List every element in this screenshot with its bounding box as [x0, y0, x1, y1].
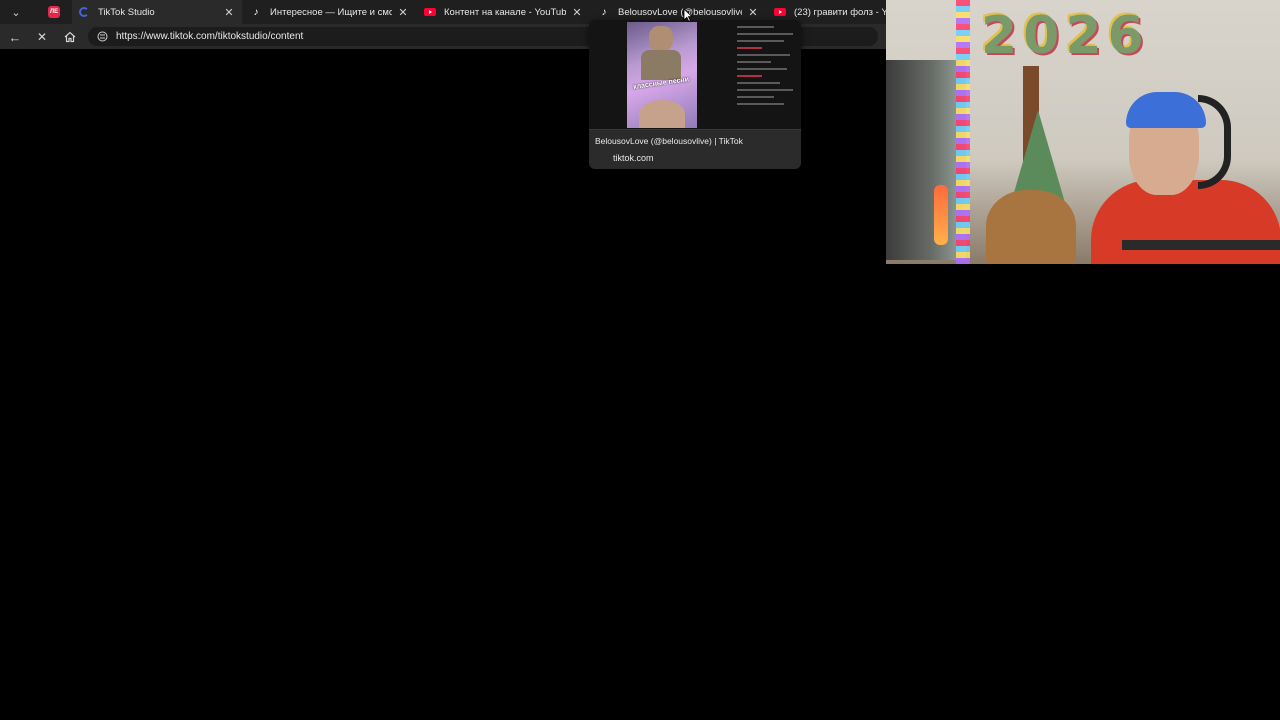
close-icon[interactable]: ✕ — [570, 5, 584, 19]
video-thumbnail: классные песни — [627, 22, 697, 128]
tab-title: (23) гравити фолз - You — [794, 6, 888, 18]
tab-preview-image: классные песни — [589, 20, 801, 130]
back-button[interactable]: ← — [6, 28, 24, 46]
url-text: https://www.tiktok.com/tiktokstudio/cont… — [116, 31, 304, 42]
loading-spinner-icon — [78, 6, 90, 18]
tab-hover-card: классные песни BelousovLove (@belousovli… — [589, 20, 801, 169]
close-icon: ✕ — [36, 30, 48, 44]
home-button[interactable] — [61, 28, 79, 46]
home-icon — [64, 31, 76, 43]
hover-card-domain: tiktok.com — [613, 153, 654, 163]
tab-title: BelousovLove (@belousovlive) | — [618, 6, 742, 18]
microphone-arm — [1122, 240, 1280, 250]
youtube-icon — [774, 6, 786, 18]
wall-decoration-text: 2026 — [981, 6, 1150, 66]
pinned-tab[interactable]: ЛЕ — [40, 2, 68, 22]
tab-title: TikTok Studio — [98, 6, 155, 18]
tiktok-icon: ♪ — [253, 6, 259, 18]
pinned-tab-favicon: ЛЕ — [48, 6, 60, 18]
tiktok-icon: ♪ — [601, 6, 607, 18]
tab-title: Контент на канале - YouTube S — [444, 6, 566, 18]
youtube-icon — [424, 6, 436, 18]
close-icon[interactable]: ✕ — [222, 5, 236, 19]
chevron-down-icon: ⌄ — [11, 6, 21, 19]
tab-youtube-studio[interactable]: Контент на канале - YouTube S ✕ — [418, 0, 590, 24]
string-lights — [956, 0, 970, 264]
headphones — [1198, 95, 1231, 189]
mouse-cursor-icon — [683, 8, 693, 22]
preview-comments — [737, 26, 799, 110]
tab-tiktok-studio[interactable]: TikTok Studio ✕ — [72, 0, 242, 24]
tab-tiktok-explore[interactable]: ♪ Интересное — Ищите и смотр ✕ — [244, 0, 416, 24]
tab-search-menu-button[interactable]: ⌄ — [6, 3, 26, 21]
guitar — [986, 190, 1076, 264]
site-info-icon[interactable] — [96, 31, 108, 42]
tab-title: Интересное — Ищите и смотр — [270, 6, 392, 18]
webcam-overlay: 2026 — [886, 0, 1280, 264]
hover-card-title: BelousovLove (@belousovlive) | TikTok — [595, 136, 743, 146]
stop-loading-button[interactable]: ✕ — [33, 28, 51, 46]
arrow-left-icon: ← — [8, 29, 22, 45]
close-icon[interactable]: ✕ — [396, 5, 410, 19]
close-icon[interactable]: ✕ — [746, 5, 760, 19]
